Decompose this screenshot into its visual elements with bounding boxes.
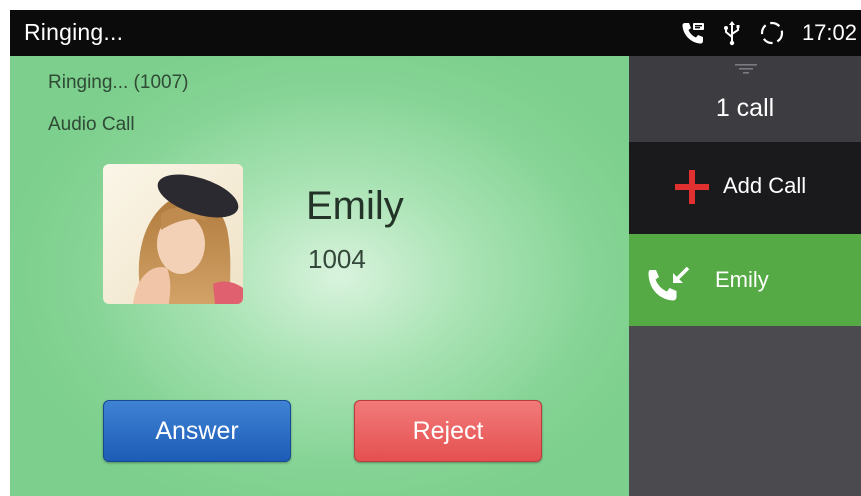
status-time: 17:02: [801, 20, 857, 45]
plus-icon: [675, 170, 709, 204]
voicemail-phone-icon: [680, 20, 706, 46]
call-list-header[interactable]: 1 call: [629, 56, 861, 142]
call-type-text: Audio Call: [48, 114, 135, 135]
answer-button[interactable]: Answer: [103, 400, 291, 462]
incoming-call-panel: Ringing... (1007) Audio Call Emily 1004 …: [10, 56, 629, 496]
contact-name: Emily: [306, 184, 404, 228]
contact-number: 1004: [308, 244, 366, 274]
reject-button[interactable]: Reject: [354, 400, 542, 462]
call-list-panel: 1 call Add Call Emily: [629, 56, 861, 496]
call-count: 1 call: [715, 94, 775, 122]
call-list-item-name: Emily: [715, 267, 769, 292]
status-icons: 17:02: [680, 10, 861, 56]
call-list-item[interactable]: Emily: [629, 234, 861, 326]
add-call-button[interactable]: Add Call: [629, 142, 861, 234]
contact-avatar: [103, 164, 243, 304]
call-screen: Ringing... 17:02 Ringing... (1007) Audio…: [10, 10, 861, 496]
call-status-text: Ringing... (1007): [48, 72, 189, 93]
reject-button-label: Reject: [412, 416, 484, 445]
status-bar: Ringing... 17:02: [10, 10, 861, 56]
usb-icon: [722, 20, 742, 46]
sync-icon: [758, 19, 786, 47]
incoming-call-icon: [645, 264, 697, 309]
answer-button-label: Answer: [155, 416, 239, 445]
drag-handle-icon[interactable]: [735, 62, 757, 81]
add-call-label: Add Call: [723, 173, 807, 198]
status-bar-title: Ringing...: [24, 19, 124, 45]
